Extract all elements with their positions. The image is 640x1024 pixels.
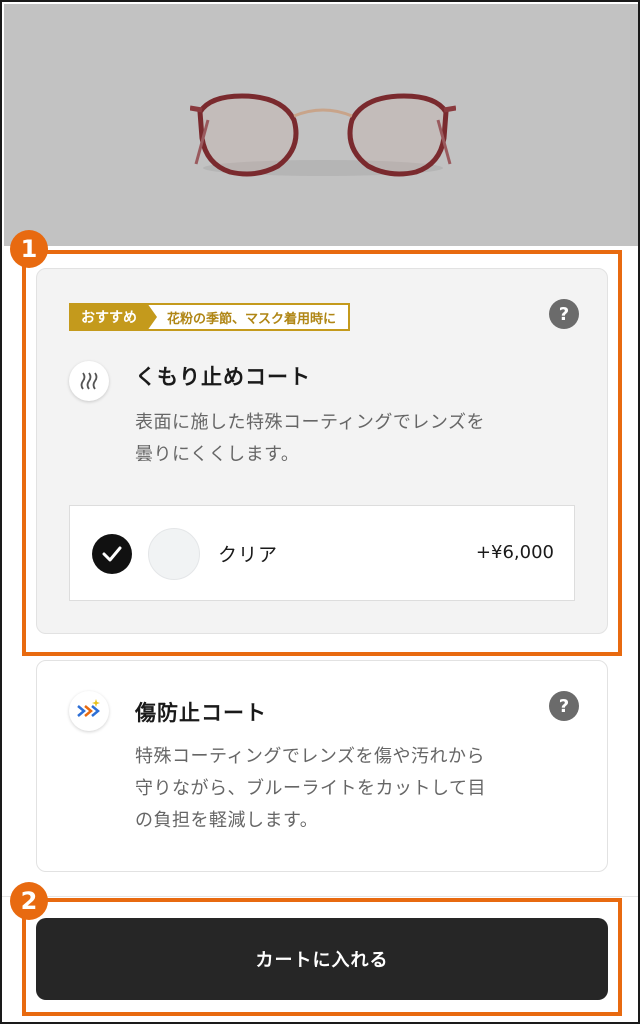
footer-divider bbox=[2, 896, 638, 897]
scratch-desc-line: 特殊コーティングでレンズを傷や汚れから bbox=[135, 746, 486, 767]
anti-fog-clear-option[interactable]: クリア +¥6,000 bbox=[69, 505, 575, 601]
annotation-number-2: 2 bbox=[10, 882, 48, 920]
clear-swatch bbox=[148, 528, 200, 580]
option-name: クリア bbox=[218, 544, 279, 566]
help-icon[interactable]: ? bbox=[549, 299, 579, 329]
anti-fog-desc-line: 曇りにくくします。 bbox=[135, 444, 300, 465]
scratch-guard-option-card[interactable]: ? 傷防止コート 特殊コーティングでレンズを傷や汚れから 守りながら、ブルーライ… bbox=[36, 660, 608, 872]
check-icon[interactable] bbox=[92, 534, 132, 574]
help-icon[interactable]: ? bbox=[549, 691, 579, 721]
annotation-number-1: 1 bbox=[10, 230, 48, 268]
scratch-desc-line: 守りながら、ブルーライトをカットして目 bbox=[135, 778, 486, 799]
scratch-desc-line: の負担を軽減します。 bbox=[135, 810, 319, 831]
badge-recommend-label: おすすめ bbox=[69, 303, 157, 331]
scratch-guard-icon bbox=[69, 691, 109, 731]
add-to-cart-button[interactable]: カートに入れる bbox=[36, 918, 608, 1000]
screen-frame: おすすめ 花粉の季節、マスク着用時に ? くもり止めコート 表面に施した特殊コー… bbox=[0, 0, 640, 1024]
scratch-guard-title: 傷防止コート bbox=[135, 701, 267, 725]
recommend-badge: おすすめ 花粉の季節、マスク着用時に bbox=[69, 303, 351, 331]
scratch-guard-description: 特殊コーティングでレンズを傷や汚れから 守りながら、ブルーライトをカットして目 … bbox=[135, 741, 486, 837]
glasses-image bbox=[190, 93, 456, 177]
anti-fog-title: くもり止めコート bbox=[135, 365, 311, 389]
option-price: +¥6,000 bbox=[475, 542, 554, 563]
badge-season-label: 花粉の季節、マスク着用時に bbox=[147, 303, 351, 331]
anti-fog-icon bbox=[69, 361, 109, 401]
anti-fog-option-card[interactable]: おすすめ 花粉の季節、マスク着用時に ? くもり止めコート 表面に施した特殊コー… bbox=[36, 268, 608, 634]
anti-fog-description: 表面に施した特殊コーティングでレンズを 曇りにくくします。 bbox=[135, 407, 485, 471]
anti-fog-desc-line: 表面に施した特殊コーティングでレンズを bbox=[135, 412, 486, 433]
product-image bbox=[4, 4, 638, 246]
